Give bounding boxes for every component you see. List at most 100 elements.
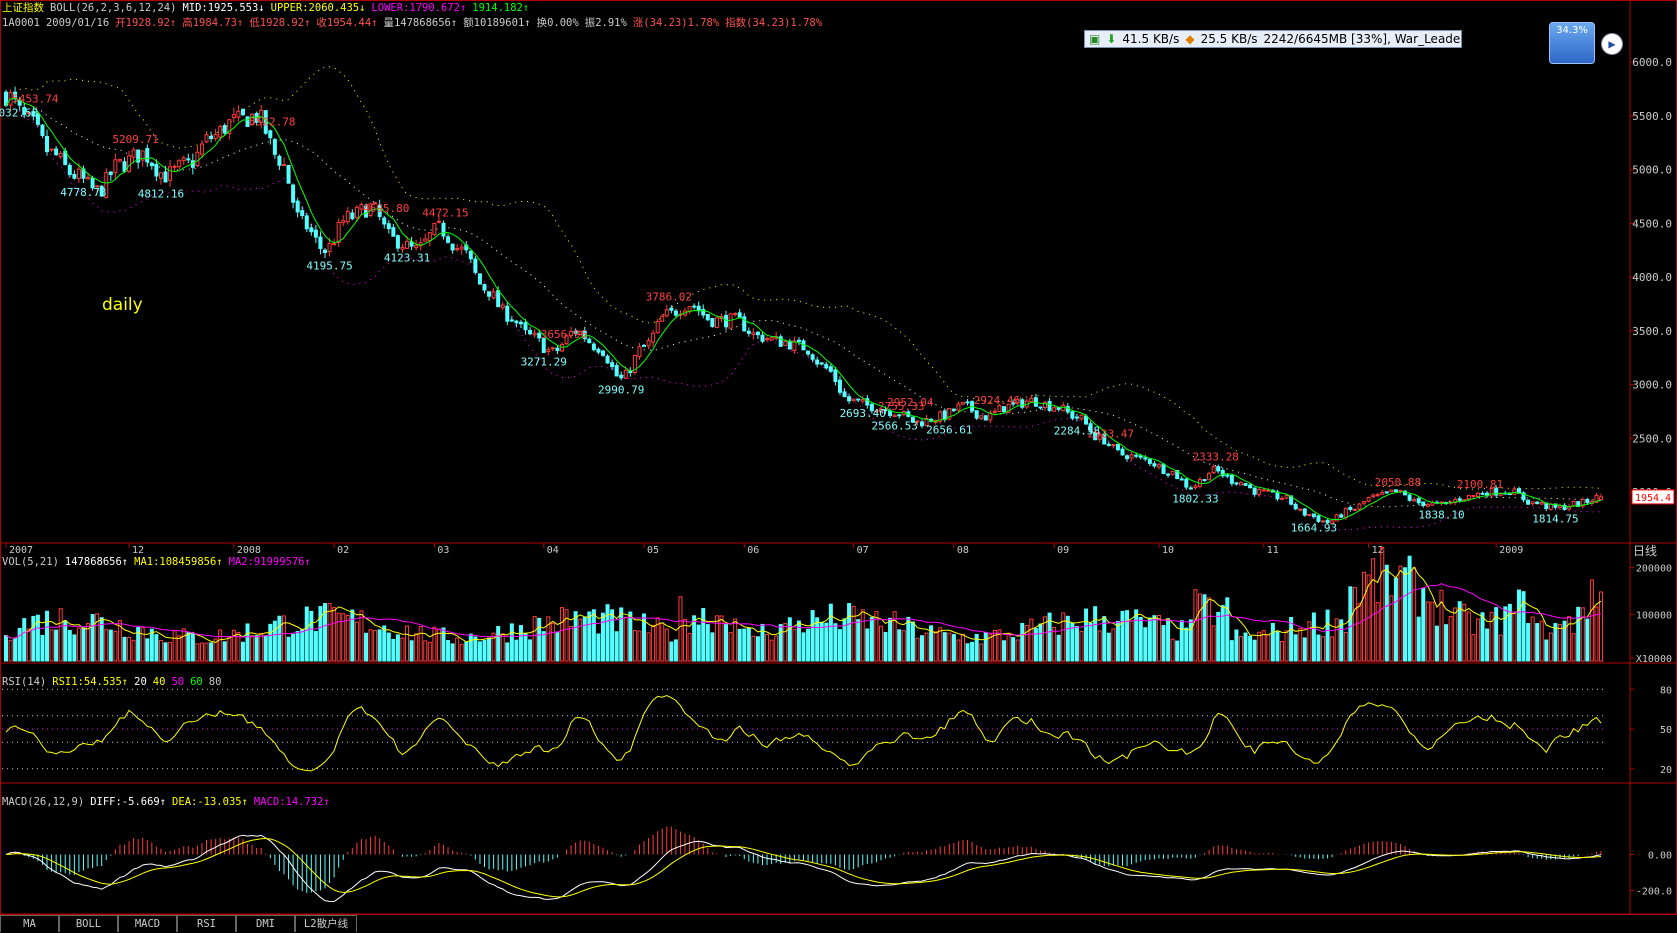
- volume-bar: [58, 608, 63, 662]
- volume-bar: [1056, 634, 1061, 662]
- tab-6[interactable]: L2散户线: [295, 915, 357, 932]
- chart-canvas[interactable]: 6000.0 5500.0 5000.0 4500.0 4000.0 3500.0 3000…: [0, 0, 1677, 933]
- candle-body: [673, 310, 678, 316]
- candle-body: [514, 320, 519, 324]
- volume-bar: [1466, 611, 1471, 662]
- volume-bar: [961, 634, 965, 662]
- candle-body: [108, 171, 113, 176]
- macd-header-item: DEA:-13.035↑: [172, 796, 248, 808]
- vol-y-tick-label: 100000: [1636, 610, 1672, 621]
- candle-body: [1047, 400, 1052, 411]
- volume-bar: [487, 637, 492, 662]
- volume-bar: [514, 639, 519, 662]
- header-line-2-item: 涨(34.23)1.78%: [632, 17, 720, 29]
- x-tick-label: 12: [1372, 545, 1384, 556]
- vol-header-item: VOL(5,21): [2, 556, 59, 568]
- candle-body: [724, 314, 729, 328]
- volume-bar: [856, 619, 861, 662]
- candle-body: [961, 401, 965, 405]
- volume-bar: [240, 641, 245, 662]
- tab-1[interactable]: MA: [0, 915, 59, 932]
- volume-bar: [1125, 610, 1130, 662]
- x-tick-label: 02: [337, 545, 349, 556]
- volume-bar: [309, 610, 314, 662]
- volume-bar: [477, 641, 482, 662]
- candle-body: [1339, 514, 1344, 518]
- candle-body: [268, 130, 273, 139]
- volume-bar: [578, 618, 583, 662]
- tab-5[interactable]: DMI: [236, 915, 295, 932]
- candle-body: [354, 206, 359, 218]
- candle-body: [828, 366, 833, 372]
- candle-body: [642, 344, 646, 347]
- candle-body: [1380, 491, 1385, 495]
- percent-gauge[interactable]: 34.3%: [1549, 22, 1595, 64]
- volume-bar: [1357, 603, 1362, 662]
- volume-bar: [1065, 615, 1070, 662]
- volume-bar: [1229, 640, 1234, 662]
- volume-bar: [532, 616, 537, 662]
- candle-body: [341, 220, 346, 224]
- candle-body: [491, 291, 496, 299]
- candle-body: [1293, 503, 1298, 510]
- volume-bar: [336, 612, 341, 662]
- candle-body: [350, 212, 355, 220]
- volume-bar: [614, 631, 619, 662]
- volume-bar: [300, 628, 305, 662]
- volume-bar: [915, 637, 920, 662]
- candle-body: [400, 246, 405, 250]
- candle-body: [983, 415, 988, 421]
- volume-bar: [1430, 601, 1435, 662]
- volume-bar: [774, 635, 779, 662]
- volume-bar: [1471, 634, 1476, 662]
- network-info: 2242/6645MB [33%], War_Leade: [1263, 32, 1461, 46]
- tab-3[interactable]: MACD: [118, 915, 177, 932]
- play-icon[interactable]: ▶: [1601, 33, 1623, 55]
- volume-bar: [1475, 618, 1480, 662]
- volume-bar: [637, 630, 642, 662]
- volume-bar: [1184, 627, 1189, 662]
- tab-2[interactable]: BOLL: [59, 915, 118, 932]
- candle-body: [1266, 489, 1271, 492]
- download-arrow-icon: ⬇: [1106, 32, 1117, 46]
- candle-body: [737, 312, 742, 318]
- high-label: 4695.80: [363, 202, 409, 215]
- candle-body: [345, 211, 350, 223]
- volume-bar: [596, 633, 601, 662]
- candle-body: [1125, 455, 1130, 460]
- volume-bar: [865, 628, 870, 662]
- volume-bar: [195, 643, 200, 662]
- candle-body: [386, 223, 391, 230]
- network-status-bar[interactable]: ▣ ⬇ 41.5 KB/s ◆ 25.5 KB/s 2242/6645MB [3…: [1084, 30, 1462, 48]
- candle-body: [1179, 478, 1184, 481]
- volume-bar: [1252, 639, 1257, 662]
- candle-body: [1020, 399, 1025, 408]
- candle-body: [455, 248, 460, 251]
- candle-body: [1475, 492, 1480, 497]
- volume-bar: [377, 629, 382, 662]
- candle-body: [145, 148, 150, 163]
- volume-bar: [1302, 637, 1307, 662]
- volume-bar: [1115, 620, 1120, 662]
- volume-bar: [591, 609, 596, 662]
- candle-body: [892, 414, 897, 418]
- tab-4[interactable]: RSI: [177, 915, 236, 932]
- volume-bar: [537, 617, 542, 662]
- candle-body: [951, 408, 956, 411]
- volume-bar: [956, 639, 961, 662]
- volume-bar: [382, 625, 387, 662]
- volume-bar: [828, 603, 833, 662]
- candle-body: [1412, 498, 1417, 502]
- volume-bar: [145, 638, 150, 662]
- candle-body: [277, 155, 282, 166]
- volume-bar: [860, 609, 865, 662]
- candle-body: [974, 410, 979, 419]
- x-tick-label: 2009: [1499, 545, 1523, 556]
- vol-header-item: MA2:91999576↑: [228, 556, 311, 568]
- volume-bar: [1084, 608, 1089, 662]
- macd-header-item: MACD(26,12,9): [2, 796, 85, 808]
- volume-bar: [295, 631, 300, 662]
- header-line-1-item: LOWER:1790.672↑: [371, 2, 467, 14]
- volume-bar: [673, 639, 678, 662]
- volume-bar: [651, 624, 656, 662]
